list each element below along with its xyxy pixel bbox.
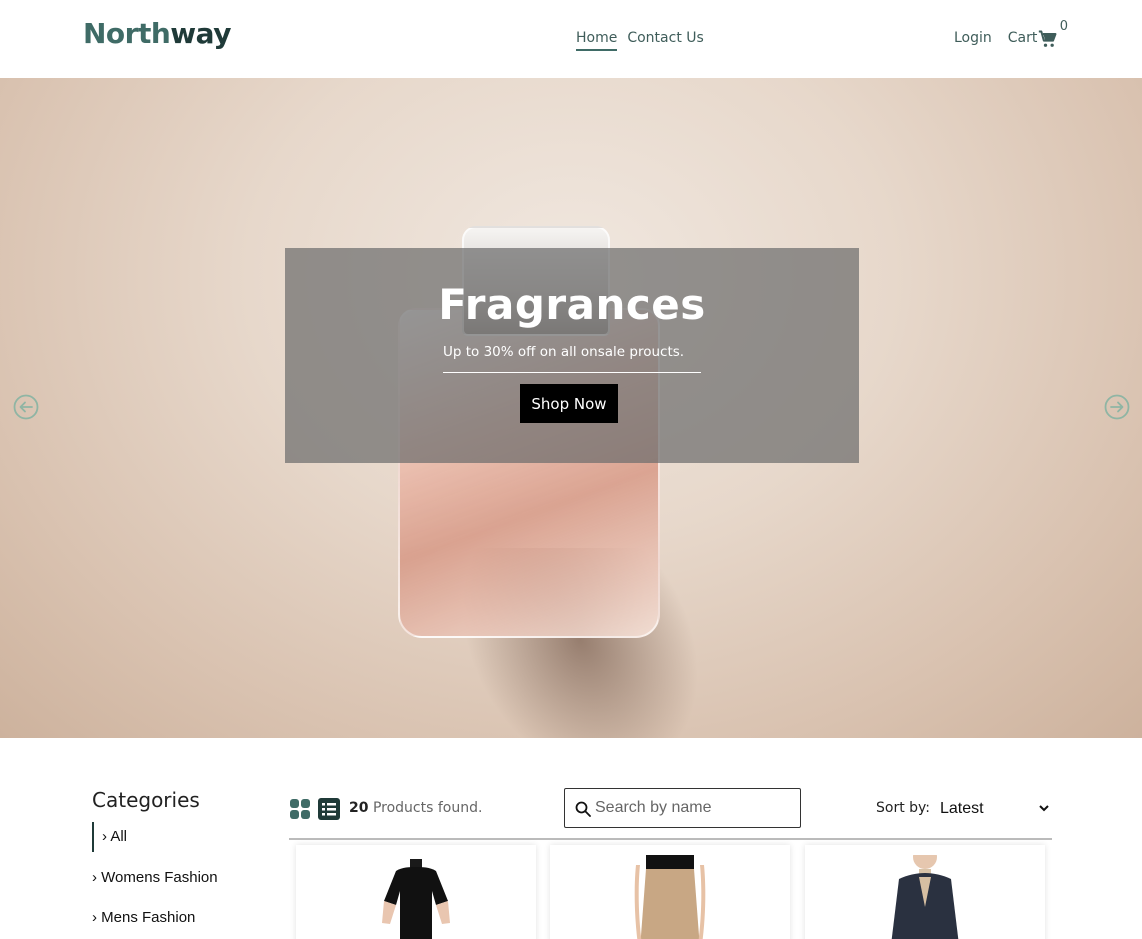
products-count-number: 20 (349, 800, 369, 816)
logo[interactable]: Northway (83, 17, 231, 50)
nav-home-link[interactable]: Home (576, 30, 618, 51)
products-toolbar: 20 Products found. Sort by: Latest (289, 788, 1052, 828)
sort-by-label: Sort by: (876, 800, 931, 816)
cart-count-badge: 0 (1059, 19, 1069, 34)
category-item-all[interactable]: › All (92, 822, 127, 852)
search-input[interactable] (595, 795, 795, 821)
category-item-mens-fashion[interactable]: › Mens Fashion (92, 909, 195, 926)
products-count-suffix: Products found. (372, 800, 483, 816)
product-image-beige-skirt (634, 855, 706, 939)
toolbar-divider (289, 838, 1052, 840)
product-card[interactable] (805, 845, 1045, 939)
user-nav: Login Cart 0 (954, 19, 1068, 49)
hero-title: Fragrances (438, 280, 706, 329)
arrow-right-circle-icon[interactable] (1104, 394, 1130, 420)
cart-icon (1039, 30, 1057, 47)
grid-view-icon[interactable] (289, 798, 311, 820)
list-view-icon[interactable] (318, 798, 340, 820)
header: Northway Home Contact Us Login Cart 0 (0, 0, 1142, 78)
search-box (564, 788, 801, 828)
nav-contact-link[interactable]: Contact Us (627, 30, 703, 51)
hero-divider (443, 372, 701, 373)
search-icon (575, 801, 591, 817)
hero-subtitle: Up to 30% off on all onsale proucts. (443, 344, 685, 360)
product-card[interactable] (550, 845, 790, 939)
hero-caption: Fragrances Up to 30% off on all onsale p… (285, 248, 859, 463)
main-nav: Home Contact Us (576, 30, 704, 51)
product-image-navy-coat (891, 855, 959, 939)
hero-carousel: Fragrances Up to 30% off on all onsale p… (0, 78, 1142, 738)
category-item-womens-fashion[interactable]: › Womens Fashion (92, 869, 218, 886)
logo-part-north: North (83, 17, 171, 50)
sort-select[interactable]: Latest (936, 796, 1052, 820)
shop-now-button[interactable]: Shop Now (520, 384, 618, 423)
login-link[interactable]: Login (954, 30, 992, 46)
arrow-left-circle-icon[interactable] (13, 394, 39, 420)
products-found-count: 20 Products found. (349, 800, 482, 816)
logo-part-way: way (170, 17, 231, 50)
cart-label: Cart (1007, 30, 1038, 46)
product-card[interactable] (296, 845, 536, 939)
product-image-black-top (382, 859, 450, 939)
cart-link[interactable]: Cart 0 (1007, 19, 1068, 49)
categories-title: Categories (92, 788, 200, 812)
